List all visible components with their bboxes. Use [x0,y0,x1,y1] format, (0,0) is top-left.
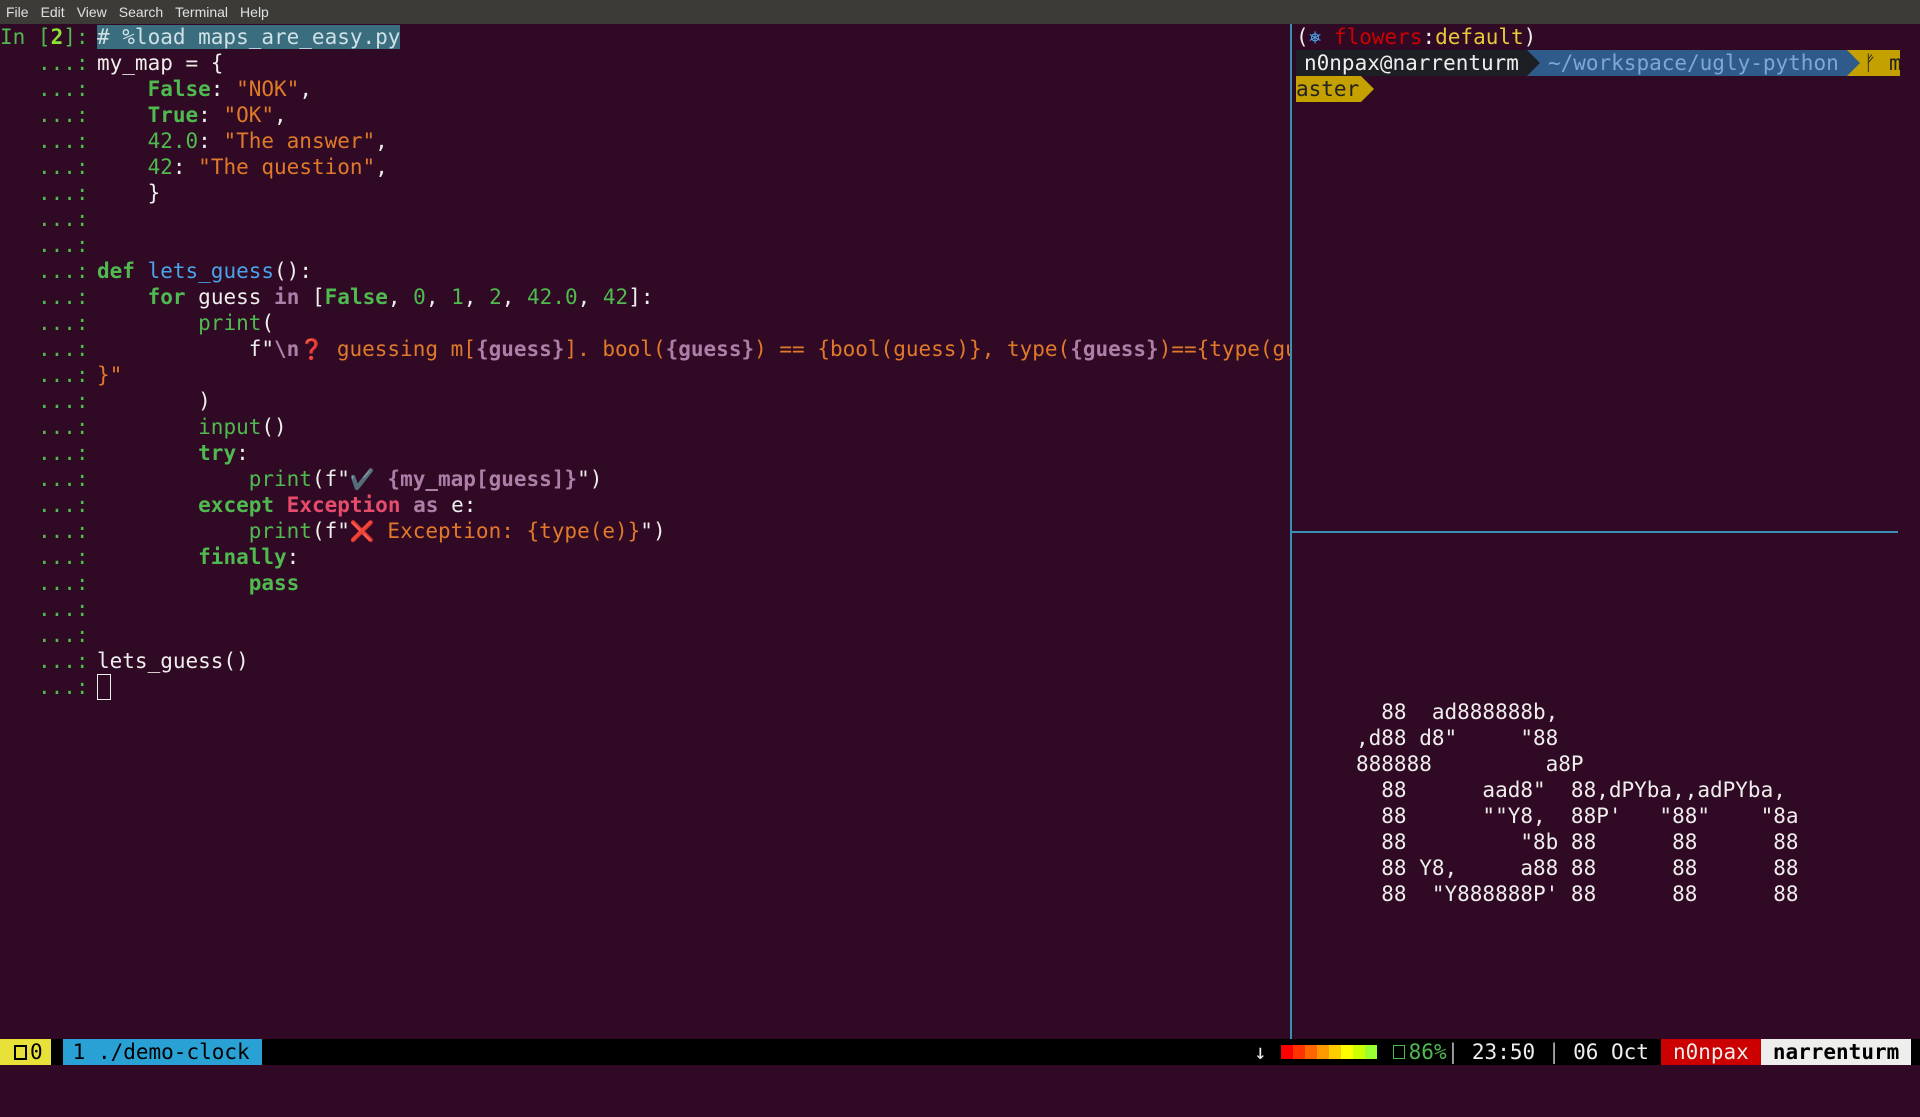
code-line: ...: f"\n❓ guessing m[{guess}]. bool({gu… [37,337,1290,361]
clock-date: 06 Oct [1573,1040,1649,1064]
status-user: n0npax [1660,1039,1761,1065]
check-mark-icon: ✔️ [349,467,375,491]
window-icon [14,1045,27,1060]
code-line: ...: try: [37,441,249,465]
code-line: ...: False: "NOK", [37,77,312,101]
code-line: ...: print(f"✔️ {my_map[guess]}") [37,467,603,491]
shell-prompt-line: n0npax@narrenturm ~/workspace/ugly-python… [1296,50,1900,76]
code-line: ...: [37,233,89,257]
status-host: narrenturm [1760,1039,1912,1065]
code-line: ...: except Exception as e: [37,493,477,517]
clock-row: 88 Y8, a88 88 88 88 [1356,856,1799,880]
clock-row: ,d88 d8" "88 [1356,726,1559,750]
window-tab-demo-clock[interactable]: 1 ./demo-clock [62,1039,262,1065]
session-indicator[interactable]: 0 [0,1039,51,1065]
battery-bar [1280,1045,1389,1059]
question-mark-icon: ❓ [299,337,325,361]
clock-pane[interactable]: 88 ad888888b, ,d88 d8" "88 888888 a8P 88 a… [1296,535,1900,1035]
battery-segment [1364,1045,1377,1059]
down-arrow-icon: ↓ [1254,1040,1267,1064]
clock-row: 88 aad8" 88,dPYba,,adPYba, [1356,778,1786,802]
code-line: ...: def lets_guess(): [37,259,312,283]
prompt-path: ~/workspace/ugly-python [1539,50,1847,76]
ascii-clock: 88 ad888888b, ,d88 d8" "88 888888 a8P 88 a… [1356,699,1799,907]
battery-segment [1292,1045,1305,1059]
code-line[interactable]: ...: [0,673,1290,700]
code-line: ...: lets_guess() [37,649,249,673]
shell-prompt-line-wrap: aster [1296,76,1900,102]
code-line: ...: } [37,181,161,205]
code-line: ...: print(f"❌ Exception: {type(e)}") [37,519,666,543]
code-line: ...: print( [37,311,275,335]
battery-segment [1352,1045,1365,1059]
clock-row: 888888 a8P [1356,752,1584,776]
code-line: ...: for guess in [False, 0, 1, 2, 42.0,… [37,285,654,309]
menu-view[interactable]: View [71,0,113,24]
menu-search[interactable]: Search [113,0,169,24]
tmux-status-bar: 0 1 ./demo-clock ↓ 86% | 23:50 | 06 Oct … [0,1039,1920,1065]
battery-segment [1304,1045,1317,1059]
prompt-git-branch: ᚠ m [1859,50,1900,76]
code-line: ...: input() [37,415,287,439]
horizontal-pane-divider[interactable] [1292,531,1898,533]
kubernetes-icon: ⎈ [1308,25,1322,49]
battery-segment [1280,1045,1293,1059]
prompt-git-branch-cont: aster [1296,76,1362,102]
battery-segment [1377,1045,1389,1059]
code-line: ...: finally: [37,545,300,569]
kube-context: flowers [1333,25,1423,49]
code-line: ...:}" [37,363,123,387]
code-line: ...: pass [37,571,300,595]
clock-row: 88 ""Y8, 88P' "88" "8a [1356,804,1799,828]
battery-percent: 86% [1408,1040,1447,1064]
input-prompt: In [2]: [0,25,89,49]
prompt-user-host: n0npax@narrenturm [1296,50,1527,76]
menu-terminal[interactable]: Terminal [169,0,234,24]
menu-file[interactable]: File [0,0,35,24]
menu-edit[interactable]: Edit [35,0,71,24]
code-line: ...: [37,207,89,231]
load-comment: # %load maps_are_easy.py [97,25,401,49]
menu-bar: File Edit View Search Terminal Help [0,0,1920,24]
clock-row: 88 ad888888b, [1356,700,1559,724]
code-line: ...: 42.0: "The answer", [37,129,388,153]
code-line: ...: True: "OK", [37,103,287,127]
battery-segment [1316,1045,1329,1059]
clock-row: 88 "Y888888P' 88 88 88 [1356,882,1799,906]
code-line: ...: [37,597,89,621]
menu-help[interactable]: Help [234,0,275,24]
text-cursor[interactable] [97,673,111,700]
shell-pane[interactable]: (⎈ flowers:default) n0npax@narrenturm ~/w… [1296,24,1900,529]
clock-time: 23:50 [1471,1040,1536,1064]
cross-mark-icon: ❌ [349,519,375,543]
clock-row: 88 "8b 88 88 88 [1356,830,1799,854]
code-line: ...: ) [37,389,211,413]
battery-segment [1340,1045,1353,1059]
code-line: ...: my_map = { [37,51,224,75]
kube-context-line: (⎈ flowers:default) [1296,25,1537,49]
ipython-pane[interactable]: In [2]: # %load maps_are_easy.py ...: my_m… [0,24,1290,1039]
code-line: In [2]: # %load maps_are_easy.py [0,24,1290,50]
battery-segment [1328,1045,1341,1059]
code-line: ...: [37,623,89,647]
kube-namespace: default [1435,25,1524,49]
code-line: ...: 42: "The question", [37,155,388,179]
battery-bar-end [1392,1045,1405,1059]
